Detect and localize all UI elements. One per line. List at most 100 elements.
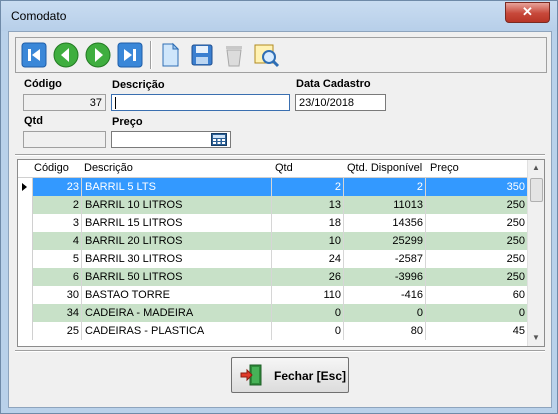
- cell-disp[interactable]: 25299: [344, 232, 426, 250]
- row-indicator[interactable]: [18, 286, 33, 304]
- previous-record-button[interactable]: [52, 41, 80, 69]
- first-record-icon: [21, 42, 47, 68]
- row-indicator[interactable]: [18, 214, 33, 232]
- cell-disp[interactable]: -416: [344, 286, 426, 304]
- text-cursor: [115, 97, 116, 109]
- table-row[interactable]: 30 BASTAO TORRE 110 -416 60: [18, 286, 528, 304]
- cell-preco[interactable]: 250: [426, 232, 528, 250]
- codigo-label: Código: [24, 78, 62, 90]
- cell-preco[interactable]: 350: [426, 178, 528, 196]
- cell-qtd[interactable]: 110: [272, 286, 344, 304]
- calculator-button[interactable]: [211, 133, 227, 146]
- new-button[interactable]: [156, 41, 184, 69]
- row-indicator[interactable]: [18, 304, 33, 322]
- cell-qtd[interactable]: 24: [272, 250, 344, 268]
- table-row[interactable]: 34 CADEIRA - MADEIRA 0 0 0: [18, 304, 528, 322]
- row-indicator[interactable]: [18, 268, 33, 286]
- cell-descricao[interactable]: BARRIL 20 LITROS: [82, 232, 272, 250]
- toolbar: [15, 37, 547, 73]
- cell-preco[interactable]: 250: [426, 268, 528, 286]
- qtd-label: Qtd: [24, 115, 43, 127]
- cell-codigo[interactable]: 34: [32, 304, 82, 322]
- column-header-qtd[interactable]: Qtd: [275, 162, 293, 174]
- cell-descricao[interactable]: BARRIL 5 LTS: [82, 178, 272, 196]
- last-record-button[interactable]: [116, 41, 144, 69]
- table-row[interactable]: 2 BARRIL 10 LITROS 13 11013 250: [18, 196, 528, 214]
- cell-descricao[interactable]: BARRIL 10 LITROS: [82, 196, 272, 214]
- column-header-qtd-disponivel[interactable]: Qtd. Disponível: [347, 162, 422, 174]
- save-button[interactable]: [188, 41, 216, 69]
- row-indicator[interactable]: [18, 322, 33, 340]
- row-indicator[interactable]: [18, 250, 33, 268]
- cell-disp[interactable]: -3996: [344, 268, 426, 286]
- row-indicator[interactable]: [18, 196, 33, 214]
- cell-descricao[interactable]: CADEIRA - MADEIRA: [82, 304, 272, 322]
- scroll-down-arrow-icon[interactable]: ▼: [528, 330, 544, 346]
- cell-qtd[interactable]: 18: [272, 214, 344, 232]
- cell-codigo[interactable]: 25: [32, 322, 82, 340]
- scroll-thumb[interactable]: [530, 178, 543, 202]
- cell-descricao[interactable]: BARRIL 50 LITROS: [82, 268, 272, 286]
- new-document-icon: [162, 42, 180, 67]
- cell-descricao[interactable]: BASTAO TORRE: [82, 286, 272, 304]
- form-divider: [15, 154, 545, 156]
- products-grid[interactable]: Código Descrição Qtd Qtd. Disponível Pre…: [17, 159, 545, 347]
- delete-button[interactable]: [220, 41, 248, 69]
- cell-codigo[interactable]: 4: [32, 232, 82, 250]
- cell-disp[interactable]: -2587: [344, 250, 426, 268]
- cell-preco[interactable]: 45: [426, 322, 528, 340]
- save-icon: [191, 44, 213, 66]
- current-row-arrow-icon: [22, 183, 27, 191]
- grid-vertical-scrollbar[interactable]: ▲ ▼: [527, 160, 544, 346]
- column-header-descricao[interactable]: Descrição: [84, 162, 133, 174]
- cell-disp[interactable]: 2: [344, 178, 426, 196]
- row-indicator[interactable]: [18, 178, 33, 196]
- cell-preco[interactable]: 250: [426, 214, 528, 232]
- next-record-button[interactable]: [84, 41, 112, 69]
- scroll-up-arrow-icon[interactable]: ▲: [528, 160, 544, 176]
- table-row-selected[interactable]: 23 BARRIL 5 LTS 2 2 350: [18, 178, 528, 196]
- cell-codigo[interactable]: 5: [32, 250, 82, 268]
- column-header-codigo[interactable]: Código: [34, 162, 69, 174]
- last-record-icon: [117, 42, 143, 68]
- cell-codigo[interactable]: 23: [32, 178, 82, 196]
- cell-preco[interactable]: 250: [426, 196, 528, 214]
- table-row[interactable]: 3 BARRIL 15 LITROS 18 14356 250: [18, 214, 528, 232]
- table-row[interactable]: 4 BARRIL 20 LITROS 10 25299 250: [18, 232, 528, 250]
- cell-descricao[interactable]: BARRIL 15 LITROS: [82, 214, 272, 232]
- footer: Fechar [Esc]: [15, 350, 545, 402]
- cell-disp[interactable]: 11013: [344, 196, 426, 214]
- cell-descricao[interactable]: BARRIL 30 LITROS: [82, 250, 272, 268]
- table-row[interactable]: 5 BARRIL 30 LITROS 24 -2587 250: [18, 250, 528, 268]
- cell-qtd[interactable]: 0: [272, 322, 344, 340]
- descricao-input[interactable]: [111, 94, 290, 111]
- first-record-button[interactable]: [20, 41, 48, 69]
- cell-disp[interactable]: 0: [344, 304, 426, 322]
- data-cadastro-input[interactable]: 23/10/2018: [295, 94, 386, 111]
- cell-codigo[interactable]: 30: [32, 286, 82, 304]
- cell-qtd[interactable]: 26: [272, 268, 344, 286]
- cell-codigo[interactable]: 6: [32, 268, 82, 286]
- cell-disp[interactable]: 14356: [344, 214, 426, 232]
- column-header-preco[interactable]: Preço: [430, 162, 459, 174]
- cell-descricao[interactable]: CADEIRAS - PLASTICA: [82, 322, 272, 340]
- cell-codigo[interactable]: 2: [32, 196, 82, 214]
- cell-qtd[interactable]: 10: [272, 232, 344, 250]
- table-row[interactable]: 25 CADEIRAS - PLASTICA 0 80 45: [18, 322, 528, 340]
- row-indicator[interactable]: [18, 232, 33, 250]
- search-button[interactable]: [252, 41, 280, 69]
- cell-preco[interactable]: 250: [426, 250, 528, 268]
- cell-qtd[interactable]: 13: [272, 196, 344, 214]
- cell-qtd[interactable]: 2: [272, 178, 344, 196]
- fechar-button[interactable]: Fechar [Esc]: [231, 357, 349, 393]
- codigo-field: 37: [23, 94, 106, 111]
- title-bar: Comodato ✕: [1, 1, 557, 31]
- cell-preco[interactable]: 0: [426, 304, 528, 322]
- cell-qtd[interactable]: 0: [272, 304, 344, 322]
- cell-disp[interactable]: 80: [344, 322, 426, 340]
- cell-codigo[interactable]: 3: [32, 214, 82, 232]
- window-close-button[interactable]: ✕: [505, 2, 550, 23]
- table-row[interactable]: 6 BARRIL 50 LITROS 26 -3996 250: [18, 268, 528, 286]
- fechar-button-label: Fechar [Esc]: [274, 369, 347, 383]
- cell-preco[interactable]: 60: [426, 286, 528, 304]
